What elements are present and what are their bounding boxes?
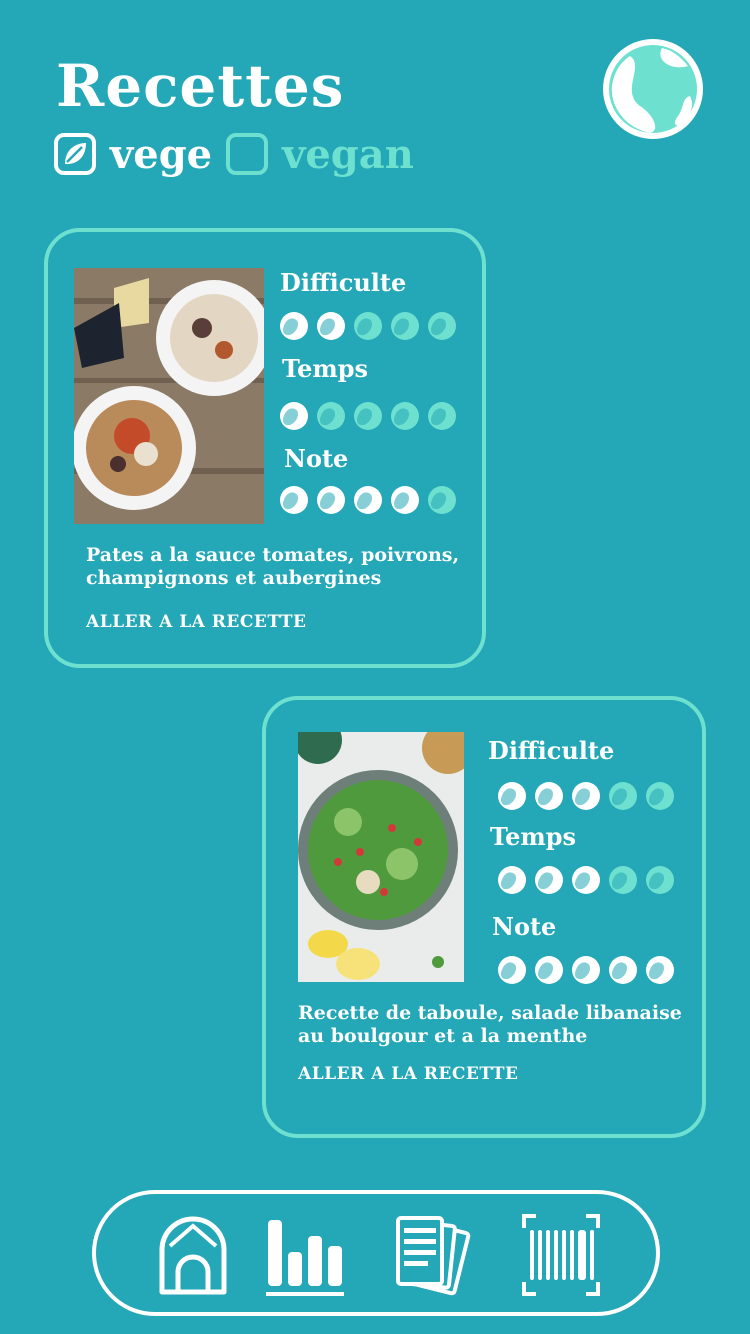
rating-dot-icon [317, 486, 345, 514]
rating-dot-icon [572, 866, 600, 894]
temps-rating [280, 402, 465, 430]
barcode-icon[interactable] [520, 1212, 602, 1298]
rating-dot-icon [428, 402, 456, 430]
rating-dot-icon [280, 486, 308, 514]
leaf-icon [65, 143, 86, 165]
rating-label-difficulte: Difficulte [280, 268, 407, 297]
recipe-link[interactable]: ALLER A LA RECETTE [298, 1064, 519, 1084]
documents-icon[interactable] [392, 1212, 474, 1298]
bottom-nav [92, 1190, 660, 1316]
rating-dot-icon [391, 402, 419, 430]
rating-dot-icon [317, 312, 345, 340]
rating-dot-icon [391, 312, 419, 340]
rating-dot-icon [498, 956, 526, 984]
rating-dot-icon [428, 486, 456, 514]
filter-vege[interactable]: vege [54, 131, 212, 178]
recipe-description: Recette de taboule, salade libanaise au … [298, 1002, 682, 1047]
rating-dot-icon [572, 782, 600, 810]
vege-checkbox[interactable] [54, 133, 96, 175]
rating-label-note: Note [284, 444, 349, 473]
rating-dot-icon [280, 402, 308, 430]
rating-dot-icon [280, 312, 308, 340]
rating-dot-icon [646, 956, 674, 984]
difficulte-rating [280, 312, 465, 340]
note-rating [498, 956, 683, 984]
rating-dot-icon [646, 866, 674, 894]
rating-dot-icon [572, 956, 600, 984]
rating-dot-icon [609, 956, 637, 984]
recipe-description: Pates a la sauce tomates, poivrons, cham… [86, 544, 460, 589]
rating-dot-icon [535, 782, 563, 810]
rating-dot-icon [609, 782, 637, 810]
vegan-label: vegan [282, 130, 414, 178]
rating-dot-icon [391, 486, 419, 514]
recipe-card[interactable]: Difficulte Temps Note Recette de taboule… [262, 696, 706, 1138]
taboule-photo [298, 732, 464, 982]
vege-label: vege [110, 130, 213, 178]
filter-vegan[interactable]: vegan [226, 131, 414, 178]
rating-label-temps: Temps [282, 354, 369, 383]
recipe-card[interactable]: Difficulte Temps Note Pates a la sauce t… [44, 228, 486, 668]
rating-dot-icon [646, 782, 674, 810]
rating-dot-icon [354, 312, 382, 340]
difficulte-rating [498, 782, 683, 810]
rating-dot-icon [354, 402, 382, 430]
rating-dot-icon [535, 956, 563, 984]
note-rating [280, 486, 465, 514]
rating-dot-icon [609, 866, 637, 894]
rating-dot-icon [428, 312, 456, 340]
rating-dot-icon [498, 866, 526, 894]
rating-label-note: Note [492, 912, 557, 941]
rating-dot-icon [354, 486, 382, 514]
rating-dot-icon [317, 402, 345, 430]
globe-icon[interactable] [600, 36, 706, 142]
chart-icon[interactable] [264, 1212, 346, 1298]
home-icon[interactable] [152, 1212, 234, 1298]
vegan-checkbox[interactable] [226, 133, 269, 175]
rating-dot-icon [535, 866, 563, 894]
rating-label-difficulte: Difficulte [488, 736, 615, 765]
rating-label-temps: Temps [490, 822, 577, 851]
diet-filters: vege vegan [54, 130, 428, 178]
page-title: Recettes [56, 52, 345, 120]
rating-dot-icon [498, 782, 526, 810]
temps-rating [498, 866, 683, 894]
recipe-link[interactable]: ALLER A LA RECETTE [86, 612, 307, 632]
pasta-photo [74, 268, 264, 524]
